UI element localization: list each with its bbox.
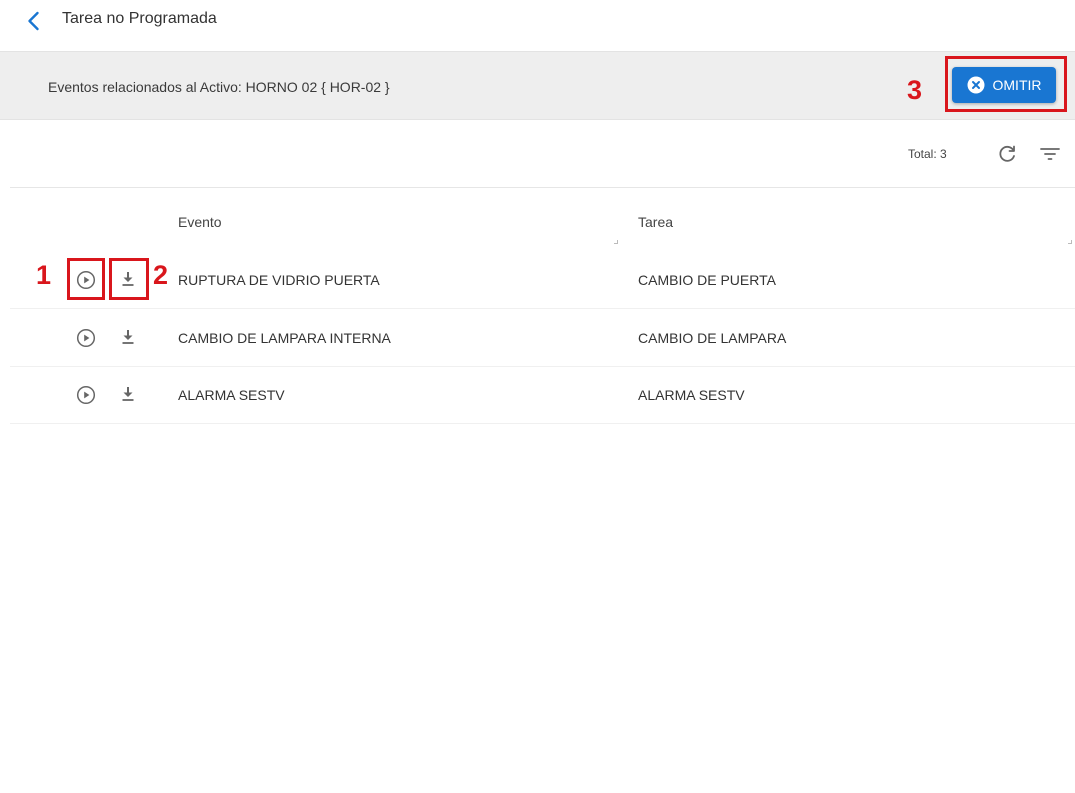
row-evento: ALARMA SESTV <box>178 387 285 403</box>
column-resize-handle[interactable] <box>614 240 618 244</box>
total-count: Total: 3 <box>908 147 947 161</box>
chevron-left-icon[interactable] <box>22 9 46 33</box>
table-row[interactable]: RUPTURA DE VIDRIO PUERTA CAMBIO DE PUERT… <box>10 252 1075 309</box>
row-evento: CAMBIO DE LAMPARA INTERNA <box>178 330 391 346</box>
page-title: Tarea no Programada <box>62 10 217 27</box>
row-evento: RUPTURA DE VIDRIO PUERTA <box>178 272 380 288</box>
play-circle-icon[interactable] <box>76 328 96 348</box>
annotation-number-1: 1 <box>36 260 52 290</box>
row-tarea: CAMBIO DE PUERTA <box>638 272 776 288</box>
download-icon[interactable] <box>118 327 138 347</box>
annotation-number-2: 2 <box>153 260 169 290</box>
column-resize-handle[interactable] <box>1068 240 1072 244</box>
row-tarea: CAMBIO DE LAMPARA <box>638 330 787 346</box>
asset-header-text: Eventos relacionados al Activo: HORNO 02… <box>48 79 390 95</box>
column-header-evento[interactable]: Evento <box>178 214 222 230</box>
column-header-tarea[interactable]: Tarea <box>638 214 673 230</box>
top-bar: Tarea no Programada <box>0 0 1075 42</box>
table-row[interactable]: CAMBIO DE LAMPARA INTERNA CAMBIO DE LAMP… <box>10 310 1075 367</box>
annotation-box-2 <box>109 258 149 300</box>
table-header: Evento Tarea <box>10 188 1075 250</box>
table-toolbar: Total: 3 <box>10 120 1075 188</box>
row-tarea: ALARMA SESTV <box>638 387 745 403</box>
annotation-number-3: 3 <box>907 75 923 105</box>
annotation-box-1 <box>67 258 105 300</box>
annotation-box-3 <box>945 56 1067 112</box>
download-icon[interactable] <box>118 384 138 404</box>
filter-icon[interactable] <box>1038 142 1062 166</box>
play-circle-icon[interactable] <box>76 385 96 405</box>
table-row[interactable]: ALARMA SESTV ALARMA SESTV <box>10 367 1075 424</box>
refresh-icon[interactable] <box>995 142 1019 166</box>
